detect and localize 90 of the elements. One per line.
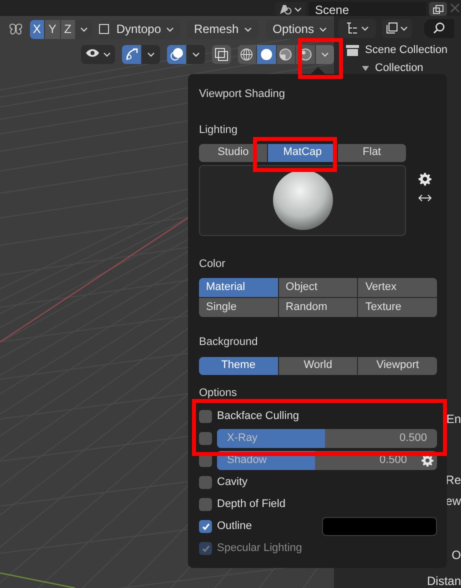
dyntopo-checkbox[interactable] (99, 24, 110, 34)
caret-icon (80, 26, 88, 32)
caret-icon (192, 52, 200, 56)
caret-icon (103, 52, 111, 56)
snap-toggle[interactable] (122, 44, 141, 64)
overlay-dropdown[interactable] (187, 44, 205, 64)
value-slider[interactable]: X-Ray 0.500 (217, 429, 437, 448)
option-label: Specular Lighting (217, 541, 302, 556)
snap-dropdown[interactable] (142, 44, 160, 64)
xray-toggle[interactable] (212, 44, 231, 64)
option-label: Depth of Field (217, 497, 286, 512)
curve-arrow-icon (124, 47, 138, 61)
property-label: Distan (426, 574, 461, 588)
overlay-circles-icon (170, 47, 184, 61)
caret-icon (320, 52, 329, 56)
butterfly-icon (9, 22, 23, 36)
caret-icon (147, 52, 155, 56)
menu-dropdown[interactable]: Remesh (186, 20, 259, 38)
option-button[interactable]: Flat (338, 144, 406, 162)
shading-dropdown[interactable] (316, 44, 334, 64)
settings-icon[interactable] (420, 454, 434, 467)
option-button[interactable]: Theme (199, 356, 278, 374)
checkbox[interactable] (199, 410, 212, 423)
outliner-item[interactable]: Scene Collection (365, 42, 448, 59)
caret-icon (318, 26, 327, 32)
option-label: Cavity (217, 475, 248, 490)
settings-icon[interactable] (418, 172, 432, 186)
option-button[interactable]: Vertex (358, 278, 437, 297)
swap-arrows-icon[interactable] (418, 194, 432, 202)
overlay-toggle[interactable] (167, 44, 186, 64)
property-label: En (446, 412, 461, 426)
xray-squares-icon (214, 48, 228, 60)
checkbox[interactable] (199, 476, 212, 489)
wireframe-sphere-icon (240, 48, 254, 60)
option-button[interactable]: Random (278, 298, 358, 317)
option-button[interactable]: Object (278, 278, 358, 297)
option-button[interactable]: Viewport (358, 356, 437, 374)
axis-toggle[interactable]: X (30, 20, 44, 38)
color-swatch[interactable] (322, 517, 437, 536)
caret-icon (166, 26, 174, 32)
option-button[interactable]: Material (199, 278, 278, 297)
outliner-item[interactable]: Collection (375, 60, 424, 76)
menu-dropdown[interactable]: Options (266, 20, 334, 38)
check-icon (200, 544, 210, 554)
option-button[interactable]: Studio (199, 144, 268, 162)
option-label: Backface Culling (217, 409, 299, 424)
checkbox[interactable] (199, 432, 212, 445)
search-button[interactable] (424, 18, 454, 38)
checkbox[interactable] (199, 498, 212, 511)
axis-toggle[interactable]: Z (60, 20, 76, 38)
section-label: Background (199, 335, 259, 350)
caret-icon (360, 26, 368, 31)
option-label: Outline (217, 519, 252, 534)
expand-arrow-icon[interactable] (362, 66, 369, 70)
slider-label: X-Ray (227, 431, 258, 446)
section-label: Options (199, 386, 238, 400)
section-label: Lighting (199, 123, 239, 138)
display-mode-dropdown[interactable] (338, 18, 376, 38)
scene-icon (279, 4, 292, 14)
option-button[interactable]: World (278, 356, 358, 374)
images-icon (386, 22, 398, 34)
slider-value: 0.500 (399, 431, 427, 446)
list-icon (346, 22, 358, 34)
visibility-dropdown[interactable] (81, 44, 115, 64)
popover-title: Viewport Shading (199, 87, 286, 102)
option-button[interactable]: Texture (358, 298, 437, 317)
copy-button[interactable] (429, 2, 447, 16)
slider-label: Shadow (227, 453, 267, 468)
copy-icon (432, 4, 444, 14)
filter-dropdown[interactable] (382, 18, 412, 38)
shaded-sphere-icon (279, 48, 292, 60)
search-icon (433, 22, 445, 34)
box-icon (346, 44, 359, 56)
axis-toggle[interactable]: Y (45, 20, 60, 38)
checkbox[interactable] (199, 520, 212, 533)
scene-field[interactable]: Scene (309, 2, 426, 16)
solid-sphere-icon (260, 48, 273, 60)
property-label: O (452, 548, 461, 562)
caret-icon (400, 26, 408, 31)
shading-mode-button[interactable] (257, 44, 276, 64)
caret-icon (244, 26, 252, 32)
matcap-preview[interactable] (199, 164, 406, 236)
highlight-frame (298, 38, 343, 79)
section-label: Color (199, 256, 226, 272)
sphere-icon (272, 170, 332, 230)
check-icon (200, 522, 210, 532)
shading-mode-button[interactable] (238, 44, 256, 64)
shading-mode-button[interactable] (276, 44, 296, 64)
option-button[interactable]: Single (199, 298, 278, 317)
caret-icon (294, 6, 302, 12)
